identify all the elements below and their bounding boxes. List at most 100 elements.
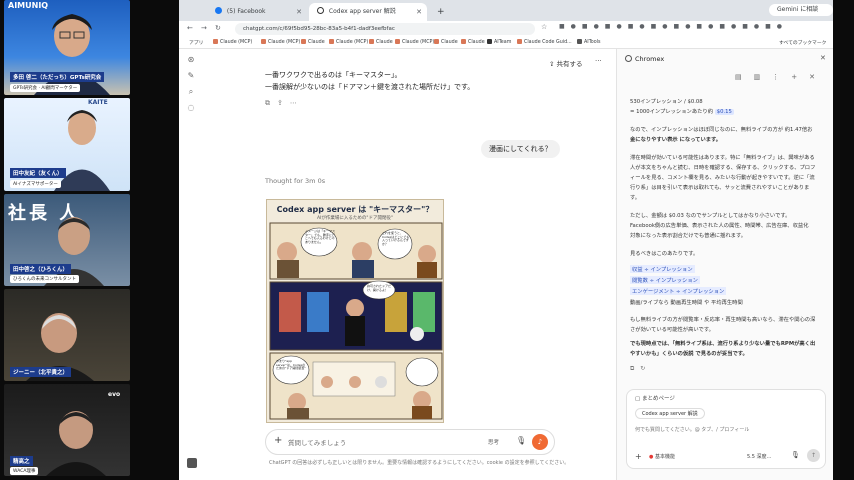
bookmark-item[interactable]: Claude (MCP) — [213, 39, 252, 45]
panel-input[interactable] — [635, 424, 815, 436]
share-button[interactable]: ⇪ 共有する — [549, 58, 583, 68]
comic-image[interactable]: Codex app server は "キーマスター"？ AIが作業場に入るため… — [266, 199, 444, 423]
participant-subtitle: GPTs研究会 · AI顧問マーケター — [10, 84, 81, 92]
chart-icon[interactable]: ▥ — [754, 73, 773, 81]
back-icon[interactable]: ← — [187, 24, 193, 32]
context-tab-chip[interactable]: Codex app server 解説 — [635, 408, 705, 419]
chat-bubble-icon[interactable]: ◌ — [183, 103, 199, 119]
mode-select[interactable]: ● 基本機能 — [649, 453, 675, 460]
bookmark-item[interactable]: Claude — [434, 39, 458, 45]
panel-line: = 1000インプレッションあたり約 $0.15 — [630, 109, 734, 115]
message-composer: + 思考 🎙 ♪ — [265, 429, 555, 455]
bookmark-item[interactable]: Claude (MCP) — [261, 39, 300, 45]
summary-page-chip[interactable]: ▢ まとめページ — [635, 394, 675, 402]
bookmark-item[interactable]: AITeam — [487, 39, 511, 45]
more-icon[interactable]: ⋯ — [290, 99, 304, 107]
panel-line: 金になりやすい表示 になっています。 — [630, 137, 722, 143]
panel-line: す。 — [630, 195, 641, 201]
close-icon[interactable]: ✕ — [296, 3, 302, 21]
thought-duration[interactable]: Thought for 3m 0s — [265, 177, 325, 185]
panel-line: 対象になった表示割合だけでも普通に揺れます。 — [630, 233, 747, 239]
chatgpt-icon — [317, 7, 324, 14]
panel-line: 見るべきはこのあたりです。 — [630, 251, 699, 257]
share-icon: ⇪ — [549, 60, 555, 68]
panel-line: さが効いている可能性が高いです。 — [630, 327, 714, 333]
page-icon: ▢ — [635, 396, 641, 402]
panel-toolbar: ▤▥⋮+✕ — [735, 73, 827, 81]
voice-mode-button[interactable]: ♪ — [532, 434, 548, 450]
panel-line: ィールを見る、コメント欄を見る、みたいな行動が起きやすいです。逆に「流 — [630, 175, 815, 181]
metric-tag: 収益 ÷ インプレッション — [630, 265, 695, 273]
participant-name: 精高之 — [10, 456, 33, 466]
close-icon[interactable]: ✕ — [820, 54, 826, 62]
panel-composer: ▢ まとめページ Codex app server 解説 + ● 基本機能 5.… — [626, 389, 826, 469]
prompt-input[interactable] — [288, 436, 468, 449]
assistant-line-1: 一番ワクワクで出るのは「キーマスター」。 — [265, 71, 402, 79]
url-field[interactable]: chatgpt.com/c/69f5bd95-28bc-83a5-b4f1-da… — [235, 23, 535, 35]
more-icon[interactable]: ⋮ — [772, 73, 791, 81]
bookmark-item[interactable]: Claude — [461, 39, 485, 45]
bookmark-item[interactable]: Claude — [369, 39, 393, 45]
gemini-button[interactable]: Gemini に相談 — [769, 4, 833, 16]
comic-bubble-2: これを使うと、Codexはどこにでも入っていけるんですか？ — [382, 231, 410, 246]
participant-subtitle: ひろくんの未来コンサルタント — [10, 275, 79, 283]
tab-label: Codex app server 解説 — [328, 8, 396, 15]
add-icon[interactable]: + — [274, 435, 282, 446]
chatgpt-main: ⊛ ✎ ⌕ ◌ ⇪ 共有する ··· 一番ワクワクで出るのは「キーマスター」。 … — [179, 49, 616, 480]
comic-title: Codex app server は "キーマスター"？ — [276, 205, 434, 214]
new-tab-button[interactable]: + — [429, 3, 447, 21]
layout-icon[interactable]: ▤ — [735, 73, 754, 81]
bookmark-item[interactable]: AITools — [577, 39, 601, 45]
bookmark-item[interactable]: Claude Code Guid... — [517, 39, 572, 45]
model-select[interactable]: 思考 — [488, 438, 499, 446]
panel-line: 動画/ライブなら 動画再生時間 や 平均再生時間 — [630, 300, 743, 306]
bookmark-item[interactable]: Claude (MCP) — [329, 39, 368, 45]
bookmark-item[interactable]: アプリ — [189, 39, 203, 46]
search-icon[interactable]: ⌕ — [183, 87, 199, 103]
panel-line: もし無料ライブの方が閲覧率・反応率・再生時間も高いなら、滞在や関心の深 — [630, 317, 816, 323]
facebook-icon — [215, 7, 222, 14]
model-select[interactable]: 5.5 深度… — [747, 453, 772, 460]
all-bookmarks[interactable]: すべてのブックマーク — [779, 39, 826, 46]
panel-line: やすいかも」くらいの仮説 で見るのが妥当です。 — [630, 351, 748, 357]
chromex-icon — [625, 55, 632, 62]
new-chat-icon[interactable]: ✎ — [183, 71, 199, 87]
participant-tile-3: 社長 人 田中啓之（ひろくん） ひろくんの未来コンサルタント — [4, 194, 130, 286]
close-icon[interactable]: ✕ — [416, 3, 422, 21]
panel-line: 行り系」は目を引いて表示は取れても、サッと流費されやすいことがありま — [630, 185, 810, 191]
tab-codex[interactable]: Codex app server 解説 ✕ — [309, 3, 427, 21]
share-icon[interactable]: ⇪ — [277, 99, 290, 107]
copy-icon[interactable]: ⧉ — [265, 99, 277, 107]
participant-tile-4: ジーニー（北平貴之） — [4, 289, 130, 381]
add-icon[interactable]: + — [635, 452, 642, 461]
participant-tile-1: AIMUNIQ 多田 啓二（ただっち）GPTs研究会 GPTs研究会 · AI顧… — [4, 0, 130, 95]
mic-icon[interactable]: 🎙 — [516, 436, 526, 445]
extension-icons[interactable]: ■●■●■●■●■●■●■●■●■●■● — [559, 23, 788, 30]
chatgpt-logo-icon[interactable]: ⊛ — [183, 55, 199, 71]
participant-subtitle: WACA理事 — [10, 467, 39, 475]
message-actions: ⧉↻ — [630, 365, 651, 373]
tab-facebook[interactable]: (5) Facebook ✕ — [207, 3, 307, 21]
new-icon[interactable]: + — [791, 73, 809, 81]
retry-icon[interactable]: ↻ — [640, 365, 651, 372]
assistant-line-2: 一番誤解が少ないのは「ドアマン＋鍵を渡された場所だけ」です。 — [265, 83, 475, 91]
comic-bubble-3: 許可されたドアだけ、開けるよ！ — [367, 284, 392, 292]
star-icon[interactable]: ☆ — [541, 23, 547, 31]
forward-icon[interactable]: → — [201, 24, 207, 32]
comic-bubble-1: イメージは「キーマスター」でも、勝手にどこへでも入るわけじゃありません。 — [305, 229, 335, 244]
more-icon[interactable]: ··· — [595, 57, 602, 65]
bookmark-item[interactable]: Claude — [301, 39, 325, 45]
copy-icon[interactable]: ⧉ — [630, 365, 640, 372]
right-margin — [833, 0, 854, 480]
panel-line: でも現時点では、「無料ライブ系は、流行り系より少ない量でもRPMが高く出 — [630, 341, 816, 347]
mic-icon[interactable]: 🎙 — [791, 451, 800, 459]
send-button[interactable]: ↑ — [807, 449, 820, 462]
user-message: 漫画にしてくれる？ — [481, 140, 560, 158]
close-icon[interactable]: ✕ — [809, 73, 827, 81]
bookmark-item[interactable]: Claude (MCP) — [395, 39, 434, 45]
bookmarks-bar: アプリ Claude (MCP) Claude (MCP) Claude Cla… — [179, 37, 833, 49]
comic-subtitle: AIが作業場に入るための"ドア開閉役" — [316, 216, 394, 221]
user-avatar[interactable] — [187, 458, 197, 468]
participant-name: 田中友紀（友くん） — [10, 168, 66, 178]
reload-icon[interactable]: ↻ — [215, 24, 221, 32]
